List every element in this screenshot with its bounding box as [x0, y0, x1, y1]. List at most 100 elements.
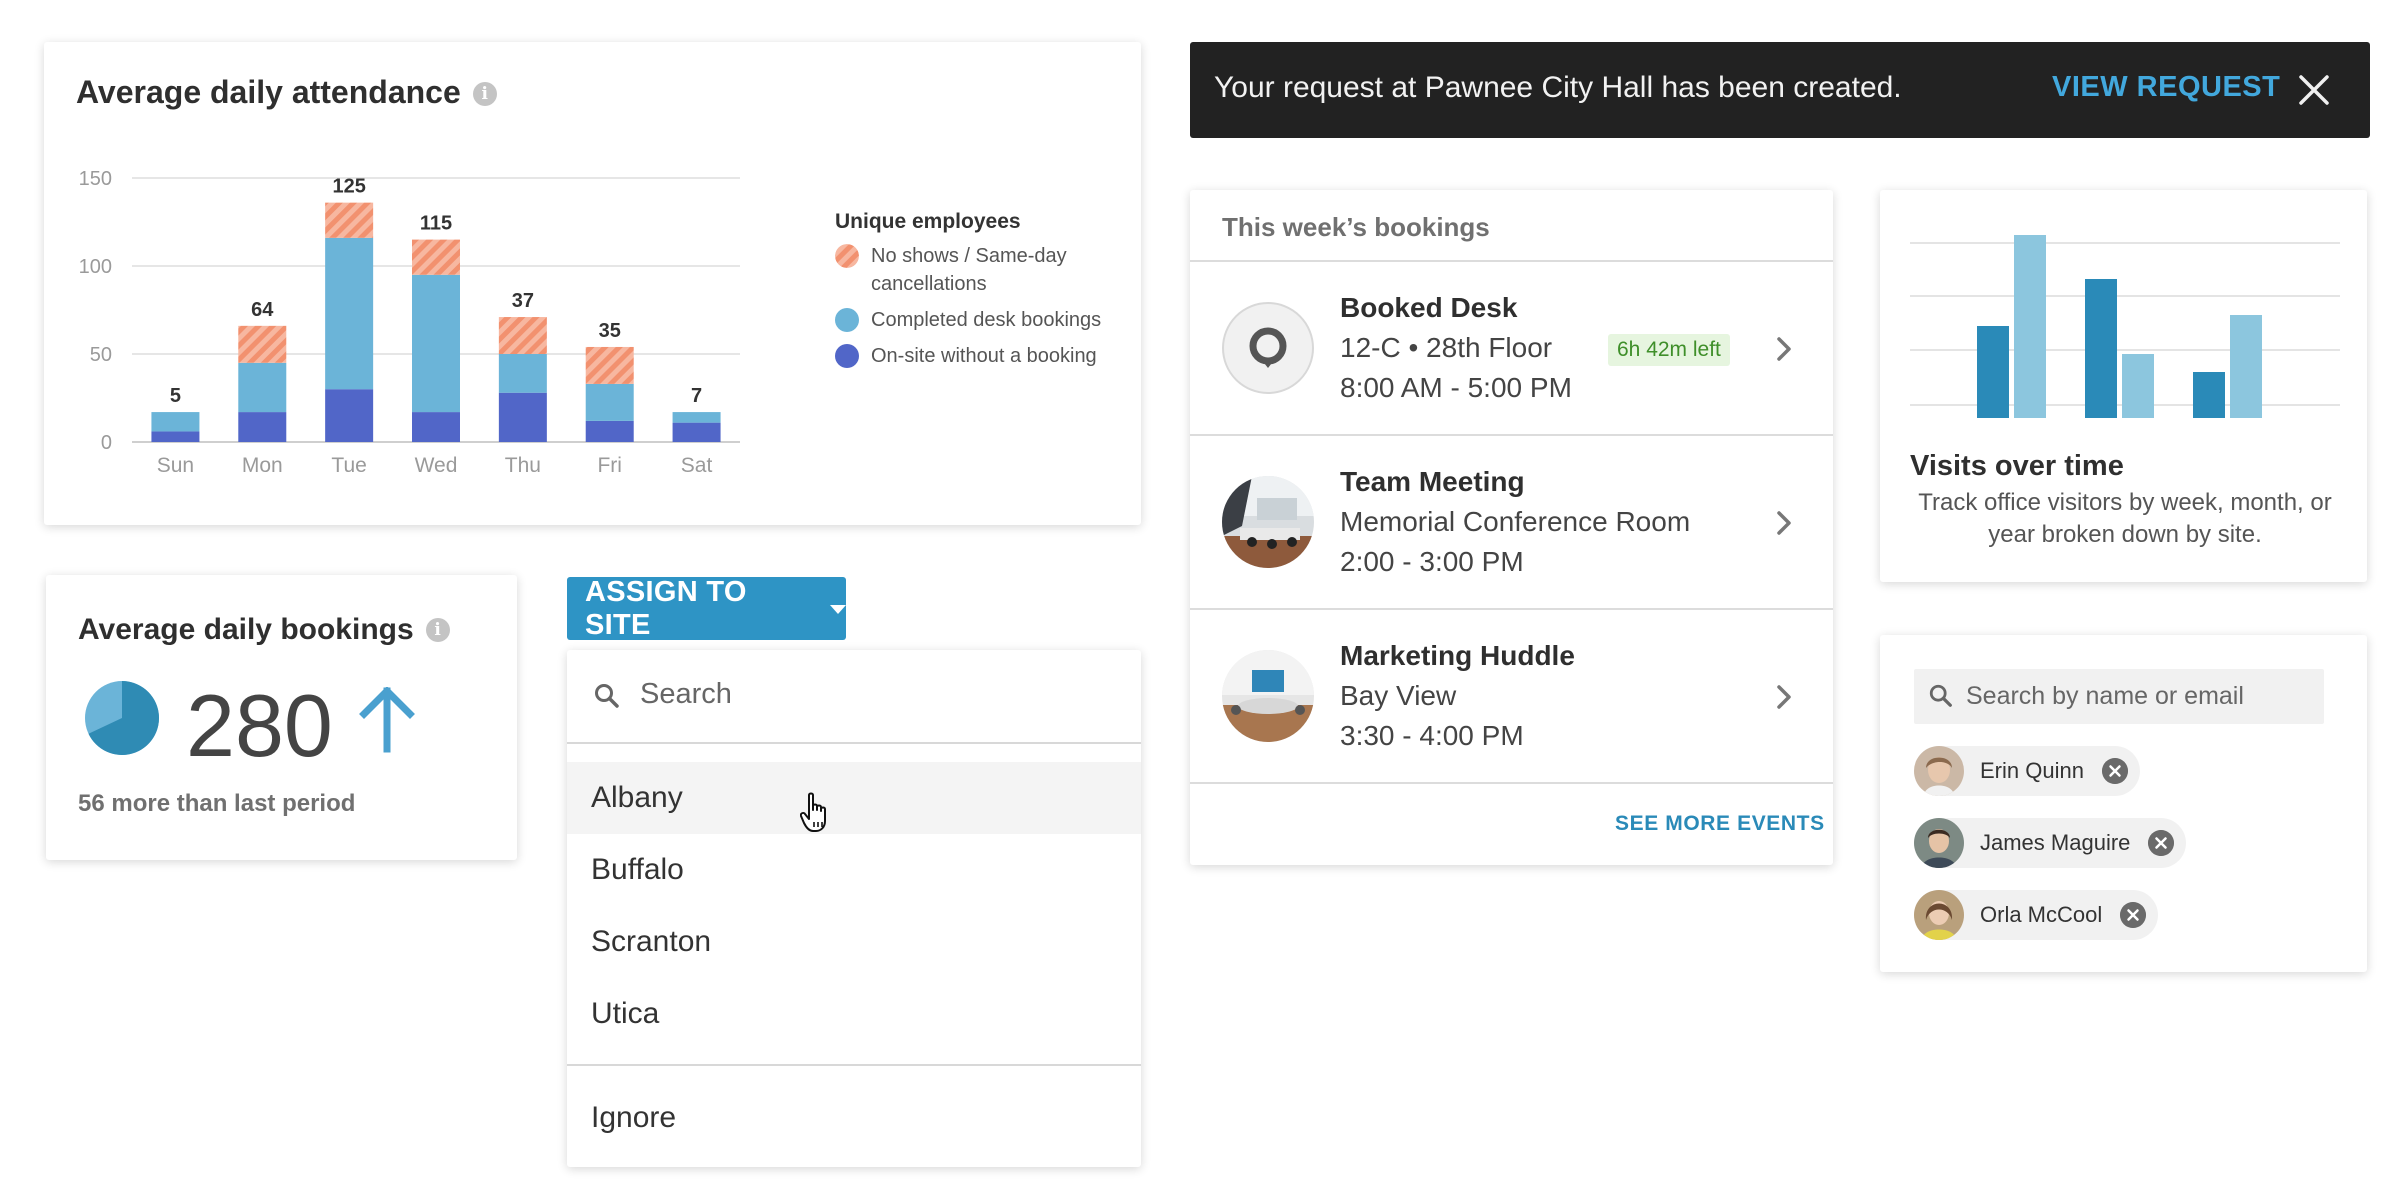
- dropdown-option-albany[interactable]: Albany: [567, 762, 1141, 834]
- caret-down-icon: [830, 605, 846, 614]
- bar-segment: [672, 422, 721, 442]
- arrow-up-icon: [359, 687, 415, 753]
- event-title: Marketing Huddle: [1340, 640, 1575, 671]
- bar-total-label: 5: [170, 385, 181, 407]
- bar-segment: [585, 420, 634, 442]
- dropdown-option-buffalo[interactable]: Buffalo: [567, 834, 1141, 906]
- weekly-bookings-card: This week’s bookings Booked Desk 12-C • …: [1190, 190, 1833, 865]
- event-row-team-meeting[interactable]: Team Meeting Memorial Conference Room 2:…: [1190, 434, 1833, 608]
- x-tick-label: Thu: [505, 454, 541, 477]
- legend-item-completed: Completed desk bookings: [835, 306, 1135, 334]
- event-row-booked-desk[interactable]: Booked Desk 12-C • 28th Floor 8:00 AM - …: [1190, 260, 1833, 434]
- bookings-pie-icon: [85, 681, 159, 755]
- remove-icon[interactable]: [2120, 902, 2147, 928]
- bar-total-label: 7: [691, 385, 702, 407]
- person-chip: Orla McCool: [1914, 890, 2159, 940]
- bar-segment: [498, 354, 547, 393]
- bar-segment: [498, 392, 547, 442]
- y-tick-label: 150: [79, 168, 112, 190]
- visits-description: Track office visitors by week, month, or…: [1918, 489, 2332, 548]
- view-request-link[interactable]: VIEW REQUEST: [2052, 71, 2280, 104]
- dropdown-option-ignore[interactable]: Ignore: [567, 1082, 1141, 1154]
- y-tick-label: 50: [90, 344, 112, 366]
- bar-total-label: 37: [512, 290, 534, 312]
- event-location: 12-C • 28th Floor: [1340, 332, 1553, 363]
- event-title: Booked Desk: [1340, 292, 1518, 323]
- time-left-badge: 6h 42m left: [1608, 334, 1730, 366]
- dropdown-option-utica[interactable]: Utica: [567, 978, 1141, 1050]
- site-dropdown: Search Albany Buffalo Scranton Utica Ign…: [567, 650, 1141, 1167]
- event-row-marketing-huddle[interactable]: Marketing Huddle Bay View 3:30 - 4:00 PM: [1190, 608, 1833, 782]
- bar-segment: [412, 274, 460, 413]
- bar-segment: [151, 412, 200, 432]
- x-tick-label: Tue: [331, 454, 366, 477]
- event-title: Team Meeting: [1340, 466, 1525, 497]
- assign-to-site-button[interactable]: ASSIGN TO SITE: [567, 575, 846, 641]
- legend-item-onsite: On-site without a booking: [835, 342, 1135, 370]
- bar-segment: [498, 317, 547, 354]
- room-photo: [1222, 650, 1314, 742]
- search-placeholder: Search by name or email: [1966, 682, 2244, 710]
- chevron-right-icon: [1777, 685, 1791, 709]
- legend-title: Unique employees: [835, 210, 1021, 233]
- bar-segment: [325, 389, 374, 442]
- attendance-chart: 0 50 100 150 5 Sun 64 Mon 125 Tue 115 Wed 37 Thu 35 Fr…: [79, 168, 740, 477]
- bar-segment: [238, 362, 287, 413]
- search-placeholder: Search: [640, 678, 732, 710]
- bookings-title-wrap: Average daily bookings i: [78, 613, 450, 647]
- x-tick-label: Mon: [242, 454, 283, 477]
- people-picker-card: Search by name or email Erin Quinn James…: [1880, 635, 2367, 972]
- search-icon: [595, 684, 619, 708]
- person-name: Orla McCool: [1980, 902, 2103, 927]
- avatar: [1914, 890, 1964, 940]
- event-time: 8:00 AM - 5:00 PM: [1340, 372, 1572, 403]
- person-name: Erin Quinn: [1980, 758, 2084, 783]
- y-tick-label: 0: [101, 432, 112, 454]
- person-chip: Erin Quinn: [1914, 746, 2140, 796]
- toast-message: Your request at Pawnee City Hall has bee…: [1214, 71, 1902, 104]
- visits-illustration: [1910, 235, 2340, 418]
- bookings-card: Average daily bookings i 280 56 more than…: [46, 575, 517, 860]
- hand-cursor-icon: [800, 792, 826, 832]
- events-divider: [1190, 782, 1833, 784]
- search-icon: [1929, 684, 1952, 707]
- chevron-right-icon: [1777, 337, 1791, 361]
- legend-label: Completed desk bookings: [871, 309, 1102, 331]
- dropdown-divider: [567, 1064, 1141, 1066]
- legend-label: No shows / Same-day cancellations: [871, 245, 1067, 295]
- bar-total-label: 115: [420, 213, 452, 235]
- bar-segment: [325, 202, 374, 238]
- bar-segment: [412, 412, 460, 442]
- remove-icon[interactable]: [2148, 830, 2175, 856]
- toast-notification: Your request at Pawnee City Hall has bee…: [1190, 42, 2370, 138]
- see-more-events-link[interactable]: SEE MORE EVENTS: [1615, 812, 1825, 836]
- x-tick-label: Fri: [597, 454, 622, 477]
- chevron-right-icon: [1777, 511, 1791, 535]
- bar-segment: [585, 383, 634, 421]
- event-location: Bay View: [1340, 680, 1457, 711]
- info-icon[interactable]: i: [425, 618, 450, 642]
- legend-item-no-shows: No shows / Same-day cancellations: [835, 242, 1135, 298]
- avatar: [1914, 818, 1964, 868]
- bar-total-label: 35: [599, 320, 621, 342]
- location-pin-icon: [1222, 302, 1314, 394]
- bar-segment: [238, 412, 287, 442]
- remove-icon[interactable]: [2101, 758, 2128, 784]
- event-location: Memorial Conference Room: [1340, 506, 1691, 537]
- bookings-value: 280: [186, 676, 333, 775]
- events-header: This week’s bookings: [1222, 212, 1490, 242]
- assign-button-label: ASSIGN TO SITE: [585, 575, 747, 641]
- bookings-delta: 56 more than last period: [78, 790, 356, 817]
- close-icon[interactable]: [2297, 73, 2331, 107]
- visits-card: Visits over time Track office visitors b…: [1880, 190, 2367, 582]
- visits-title: Visits over time: [1910, 450, 2124, 482]
- dropdown-search-input[interactable]: Search: [567, 650, 1141, 744]
- x-tick-label: Wed: [415, 454, 458, 477]
- bar-segment: [672, 412, 721, 423]
- legend-swatch-mid-blue: [835, 308, 859, 332]
- dropdown-option-scranton[interactable]: Scranton: [567, 906, 1141, 978]
- x-tick-label: Sun: [157, 454, 194, 477]
- event-time: 3:30 - 4:00 PM: [1340, 720, 1524, 751]
- x-tick-label: Sat: [681, 454, 713, 477]
- people-search-input[interactable]: Search by name or email: [1914, 669, 2324, 724]
